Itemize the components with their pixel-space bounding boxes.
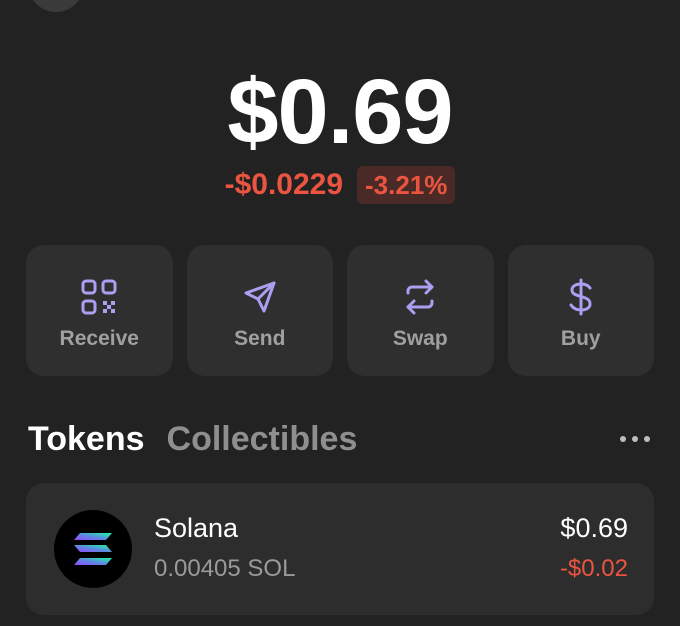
swap-button[interactable]: Swap: [347, 245, 494, 376]
receive-label: Receive: [59, 327, 139, 350]
token-name: Solana: [154, 513, 239, 543]
buy-label: Buy: [560, 327, 601, 350]
send-button[interactable]: Send: [186, 245, 333, 376]
balance-change-percent-badge: -3.21%: [357, 166, 456, 204]
balance-change: -$0.0229 -3.21%: [0, 166, 680, 204]
balance-change-amount: -$0.0229: [224, 168, 344, 201]
more-options-icon[interactable]: [618, 428, 652, 450]
dollar-icon: [559, 275, 603, 319]
action-buttons: Receive Send Swap Buy: [26, 245, 654, 376]
token-value: $0.69: [560, 513, 628, 543]
swap-label: Swap: [392, 327, 448, 350]
wallet-balance: $0.69: [227, 61, 453, 163]
asset-tabs: Tokens Collectibles: [28, 415, 652, 463]
send-label: Send: [234, 327, 286, 350]
solana-logo-icon: [54, 510, 132, 588]
token-row[interactable]: Solana 0.00405 SOL $0.69 -$0.02: [26, 483, 654, 615]
receive-button[interactable]: Receive: [26, 245, 173, 376]
swap-icon: [398, 275, 442, 319]
tab-collectibles[interactable]: Collectibles: [167, 416, 358, 462]
qr-code-icon: [77, 275, 121, 319]
token-amount: 0.00405 SOL: [154, 555, 296, 582]
account-avatar[interactable]: [28, 0, 84, 12]
send-icon: [238, 275, 282, 319]
tab-tokens[interactable]: Tokens: [28, 416, 145, 462]
buy-button[interactable]: Buy: [507, 245, 654, 376]
token-change: -$0.02: [559, 555, 628, 582]
